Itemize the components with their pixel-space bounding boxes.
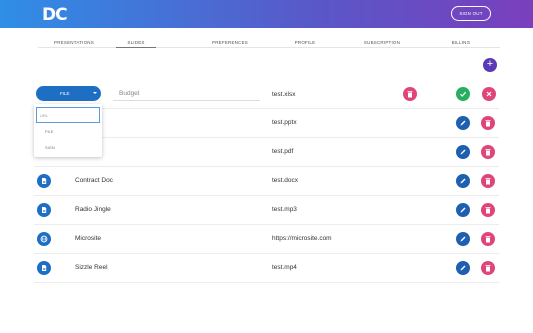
tab-slides[interactable]: SLIDES [116, 40, 156, 48]
trash-icon [485, 207, 491, 214]
pencil-icon [460, 149, 466, 155]
edit-button[interactable] [456, 174, 470, 188]
confirm-button[interactable] [456, 87, 470, 101]
file-icon [37, 174, 51, 188]
type-select-value: FILE [60, 91, 70, 96]
file-icon [37, 261, 51, 275]
tab-bar: PRESENTATIONS SLIDES PREFERENCES PROFILE… [38, 38, 500, 48]
slide-name: Sizzle Reel [75, 264, 108, 271]
slide-name-input[interactable] [113, 87, 260, 101]
dropdown-option-file[interactable]: FILE [45, 129, 53, 134]
slide-row[interactable]: k test.pptx [34, 109, 499, 138]
pencil-icon [460, 120, 466, 126]
cancel-button[interactable] [482, 87, 496, 101]
pencil-icon [460, 207, 466, 213]
check-icon [460, 91, 467, 97]
trash-icon [485, 236, 491, 243]
tab-profile[interactable]: PROFILE [288, 40, 322, 45]
delete-button[interactable] [481, 261, 495, 275]
type-dropdown-menu: URL FILE SIGN [34, 104, 102, 157]
slide-row[interactable]: Radio Jingle test.mp3 [34, 196, 499, 225]
dropdown-search-input[interactable]: URL [36, 107, 100, 123]
trash-icon [485, 149, 491, 156]
tab-subscription[interactable]: SUBSCRIPTION [362, 40, 402, 45]
new-row-file: test.xlsx [272, 91, 296, 98]
delete-new-button[interactable] [403, 87, 417, 101]
edit-button[interactable] [456, 232, 470, 246]
slide-name: Radio Jingle [75, 206, 111, 213]
file-icon [37, 203, 51, 217]
sign-out-button[interactable]: SIGN OUT [451, 6, 491, 21]
chevron-down-icon [93, 92, 97, 94]
close-icon [486, 91, 492, 97]
slide-row[interactable]: Contract Doc test.docx [34, 167, 499, 196]
slide-file: test.mp3 [272, 206, 297, 213]
delete-button[interactable] [481, 203, 495, 217]
pencil-icon [460, 178, 466, 184]
slide-file: https://microsite.com [272, 235, 332, 242]
pencil-icon [460, 236, 466, 242]
pencil-icon [460, 265, 466, 271]
top-header: DC SIGN OUT [0, 0, 533, 28]
tab-preferences[interactable]: PREFERENCES [210, 40, 250, 45]
trash-icon [485, 178, 491, 185]
delete-button[interactable] [481, 232, 495, 246]
trash-icon [485, 120, 491, 127]
trash-icon [407, 91, 413, 98]
dropdown-option-sign[interactable]: SIGN [45, 145, 55, 150]
slide-name: Contract Doc [75, 177, 113, 184]
globe-icon [37, 232, 51, 246]
app-logo[interactable]: DC [42, 5, 68, 25]
edit-button[interactable] [456, 261, 470, 275]
type-select[interactable]: FILE [36, 86, 101, 101]
tab-billing[interactable]: BILLING [446, 40, 476, 45]
tab-presentations[interactable]: PRESENTATIONS [54, 40, 94, 45]
slide-name: Microsite [75, 235, 102, 242]
edit-button[interactable] [456, 116, 470, 130]
delete-button[interactable] [481, 174, 495, 188]
slide-row[interactable]: Sizzle Reel test.mp4 [34, 254, 499, 283]
new-slide-row [34, 80, 499, 109]
add-slide-button[interactable]: + [483, 58, 497, 72]
delete-button[interactable] [481, 145, 495, 159]
slide-file: test.docx [272, 177, 299, 184]
edit-button[interactable] [456, 203, 470, 217]
delete-button[interactable] [481, 116, 495, 130]
slide-row[interactable]: Microsite https://microsite.com [34, 225, 499, 254]
slide-file: test.pdf [272, 148, 294, 155]
slide-row[interactable]: test.pdf [34, 138, 499, 167]
trash-icon [485, 265, 491, 272]
slide-file: test.pptx [272, 119, 297, 126]
slide-file: test.mp4 [272, 264, 297, 271]
edit-button[interactable] [456, 145, 470, 159]
